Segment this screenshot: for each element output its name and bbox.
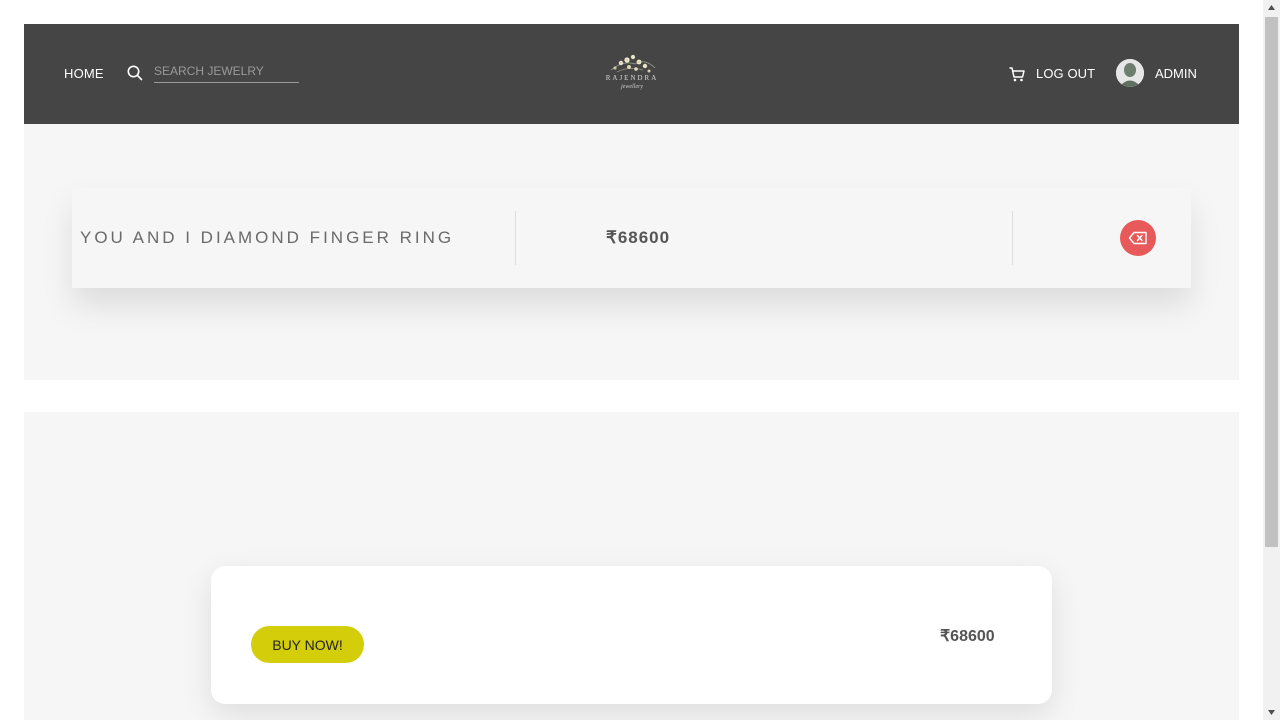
- avatar[interactable]: [1116, 59, 1144, 87]
- avatar-person-icon: [1116, 59, 1144, 87]
- page: HOME RAJENDRA jewellery: [0, 0, 1263, 720]
- divider: [515, 211, 516, 265]
- search-input[interactable]: [154, 62, 299, 83]
- total-price: ₹68600: [940, 628, 995, 645]
- buy-now-button[interactable]: BUY NOW!: [251, 626, 364, 663]
- divider: [1012, 211, 1013, 265]
- logo-tagline: jewellery: [621, 84, 643, 90]
- cart-icon[interactable]: [1008, 65, 1026, 83]
- cart-item: YOU AND I DIAMOND FINGER RING ₹68600: [72, 188, 1191, 288]
- remove-item-button[interactable]: [1120, 220, 1156, 256]
- cart-section: YOU AND I DIAMOND FINGER RING ₹68600: [24, 124, 1239, 380]
- scroll-thumb[interactable]: [1265, 17, 1278, 547]
- admin-label[interactable]: ADMIN: [1155, 66, 1197, 81]
- checkout-section: BUY NOW! ₹68600: [24, 412, 1239, 720]
- item-name: YOU AND I DIAMOND FINGER RING: [80, 228, 455, 247]
- backspace-icon: [1128, 231, 1147, 245]
- home-link[interactable]: HOME: [64, 66, 104, 81]
- item-price: ₹68600: [606, 228, 671, 247]
- scrollbar[interactable]: [1263, 0, 1280, 720]
- logout-link[interactable]: LOG OUT: [1036, 66, 1095, 81]
- search-icon[interactable]: [126, 64, 144, 82]
- header-bar: HOME RAJENDRA jewellery: [24, 24, 1239, 124]
- logo-name: RAJENDRA: [605, 74, 659, 82]
- scroll-down-arrow-icon[interactable]: [1263, 703, 1280, 720]
- scroll-up-arrow-icon[interactable]: [1263, 0, 1280, 17]
- checkout-card: BUY NOW! ₹68600: [211, 566, 1052, 704]
